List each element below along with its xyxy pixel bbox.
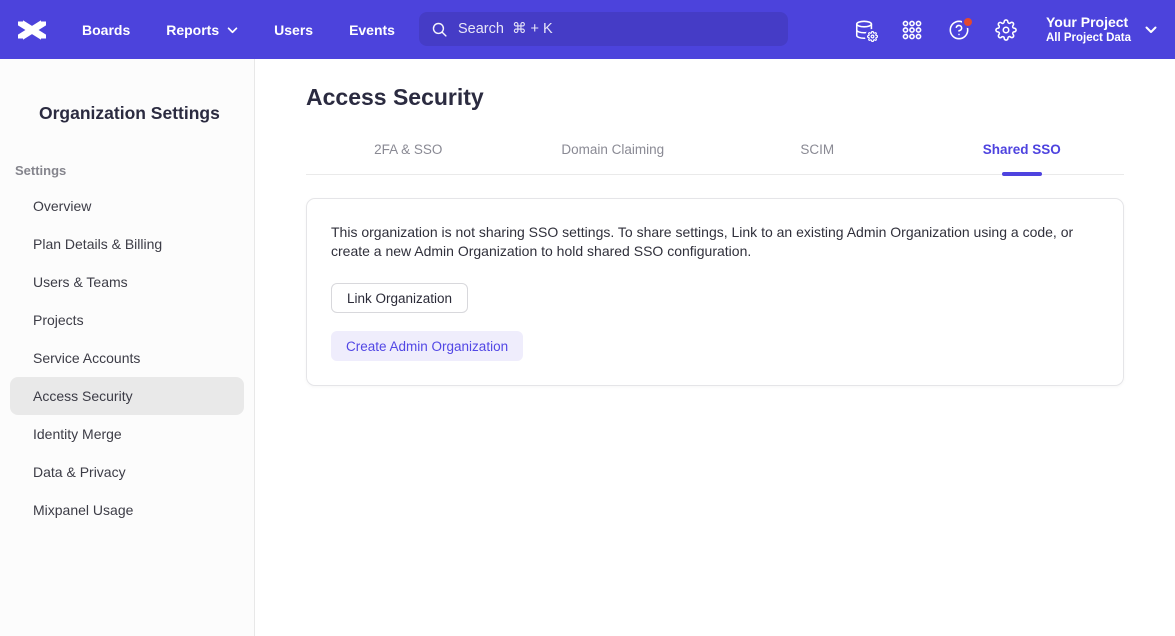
project-data-scope: All Project Data bbox=[1046, 31, 1131, 46]
search-icon bbox=[431, 21, 448, 38]
notification-dot bbox=[962, 16, 974, 28]
tab-shared-sso[interactable]: Shared SSO bbox=[920, 142, 1125, 174]
sidebar-item-access-security[interactable]: Access Security bbox=[10, 377, 244, 415]
mixpanel-logo-icon[interactable] bbox=[18, 18, 46, 42]
sidebar-item-overview[interactable]: Overview bbox=[10, 187, 244, 225]
nav-item-boards[interactable]: Boards bbox=[82, 22, 130, 38]
mini-gear-icon bbox=[865, 29, 880, 44]
sidebar-item-plan-details-billing[interactable]: Plan Details & Billing bbox=[10, 225, 244, 263]
top-nav: Boards Reports Users Events bbox=[0, 0, 1175, 59]
nav-item-events[interactable]: Events bbox=[349, 22, 395, 38]
nav-item-reports[interactable]: Reports bbox=[166, 22, 238, 38]
tab-domain-claiming[interactable]: Domain Claiming bbox=[511, 142, 716, 174]
settings-gear-icon[interactable] bbox=[995, 19, 1017, 41]
shared-sso-card: This organization is not sharing SSO set… bbox=[306, 198, 1124, 386]
sidebar-item-mixpanel-usage[interactable]: Mixpanel Usage bbox=[10, 491, 244, 529]
link-organization-button[interactable]: Link Organization bbox=[331, 283, 468, 313]
nav-item-users[interactable]: Users bbox=[274, 22, 313, 38]
search-input[interactable] bbox=[458, 21, 776, 37]
apps-grid-icon[interactable] bbox=[901, 19, 923, 41]
project-selector[interactable]: Your Project All Project Data bbox=[1046, 14, 1157, 46]
sidebar-section-label: Settings bbox=[15, 163, 254, 178]
settings-sidebar: Organization Settings Settings Overview … bbox=[0, 59, 255, 636]
sidebar-title: Organization Settings bbox=[39, 103, 254, 124]
main-content: Access Security 2FA & SSO Domain Claimin… bbox=[256, 59, 1175, 636]
tab-scim[interactable]: SCIM bbox=[715, 142, 920, 174]
global-search[interactable] bbox=[419, 12, 788, 46]
sidebar-item-projects[interactable]: Projects bbox=[10, 301, 244, 339]
sidebar-item-data-privacy[interactable]: Data & Privacy bbox=[10, 453, 244, 491]
nav-right-actions: Your Project All Project Data bbox=[854, 0, 1157, 59]
create-admin-organization-button[interactable]: Create Admin Organization bbox=[331, 331, 523, 361]
data-management-icon[interactable] bbox=[854, 19, 876, 41]
sidebar-item-service-accounts[interactable]: Service Accounts bbox=[10, 339, 244, 377]
primary-nav-links: Boards Reports Users Events bbox=[82, 22, 395, 38]
sidebar-nav-list: Overview Plan Details & Billing Users & … bbox=[0, 187, 254, 529]
tab-bar: 2FA & SSO Domain Claiming SCIM Shared SS… bbox=[306, 142, 1124, 175]
project-name: Your Project bbox=[1046, 14, 1128, 31]
sidebar-item-users-teams[interactable]: Users & Teams bbox=[10, 263, 244, 301]
shared-sso-description: This organization is not sharing SSO set… bbox=[331, 223, 1096, 261]
page-title: Access Security bbox=[306, 84, 1124, 111]
help-icon[interactable] bbox=[948, 19, 970, 41]
tab-2fa-sso[interactable]: 2FA & SSO bbox=[306, 142, 511, 174]
sidebar-item-identity-merge[interactable]: Identity Merge bbox=[10, 415, 244, 453]
chevron-down-icon bbox=[1145, 26, 1157, 34]
chevron-down-icon bbox=[227, 27, 238, 34]
